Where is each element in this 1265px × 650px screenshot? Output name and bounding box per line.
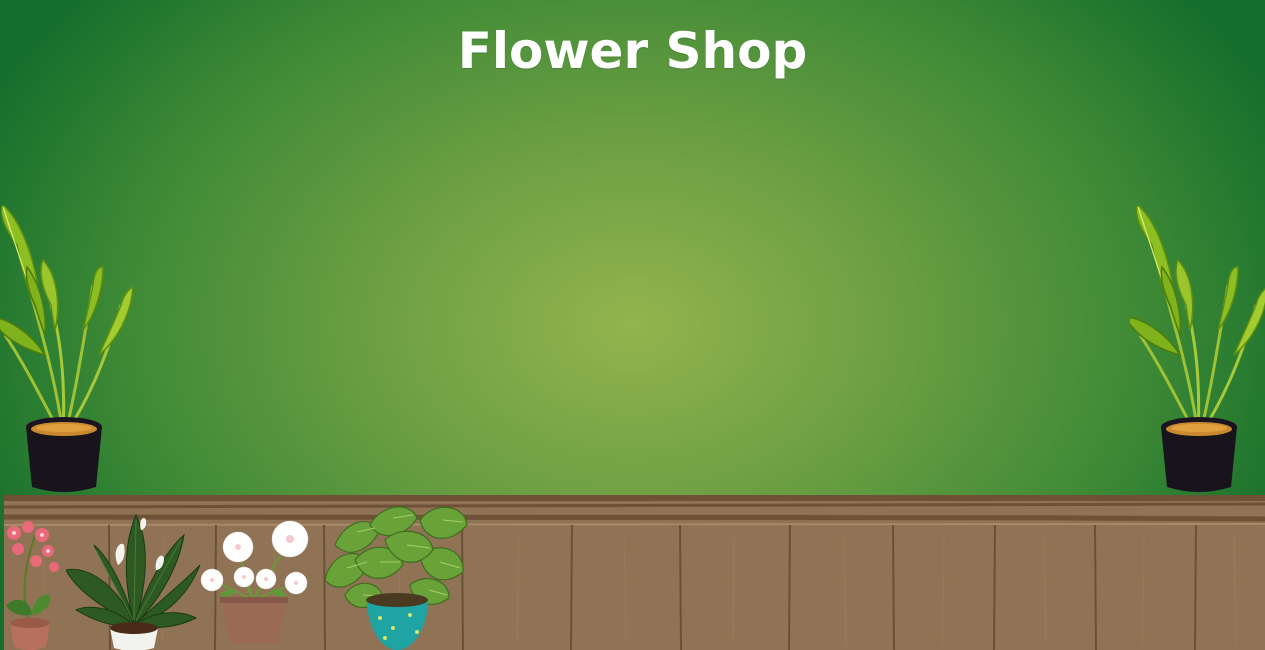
potted-plant-icon [1130, 205, 1265, 492]
potted-plant-icon [0, 205, 134, 492]
pink-orchid-icon[interactable] [0, 515, 68, 650]
page-title: Flower Shop [457, 22, 808, 80]
peace-lily-icon[interactable] [66, 510, 202, 650]
white-daisy-icon[interactable] [198, 515, 316, 647]
monstera-icon[interactable] [325, 500, 470, 650]
game-scene: Flower Shop [0, 0, 1265, 650]
